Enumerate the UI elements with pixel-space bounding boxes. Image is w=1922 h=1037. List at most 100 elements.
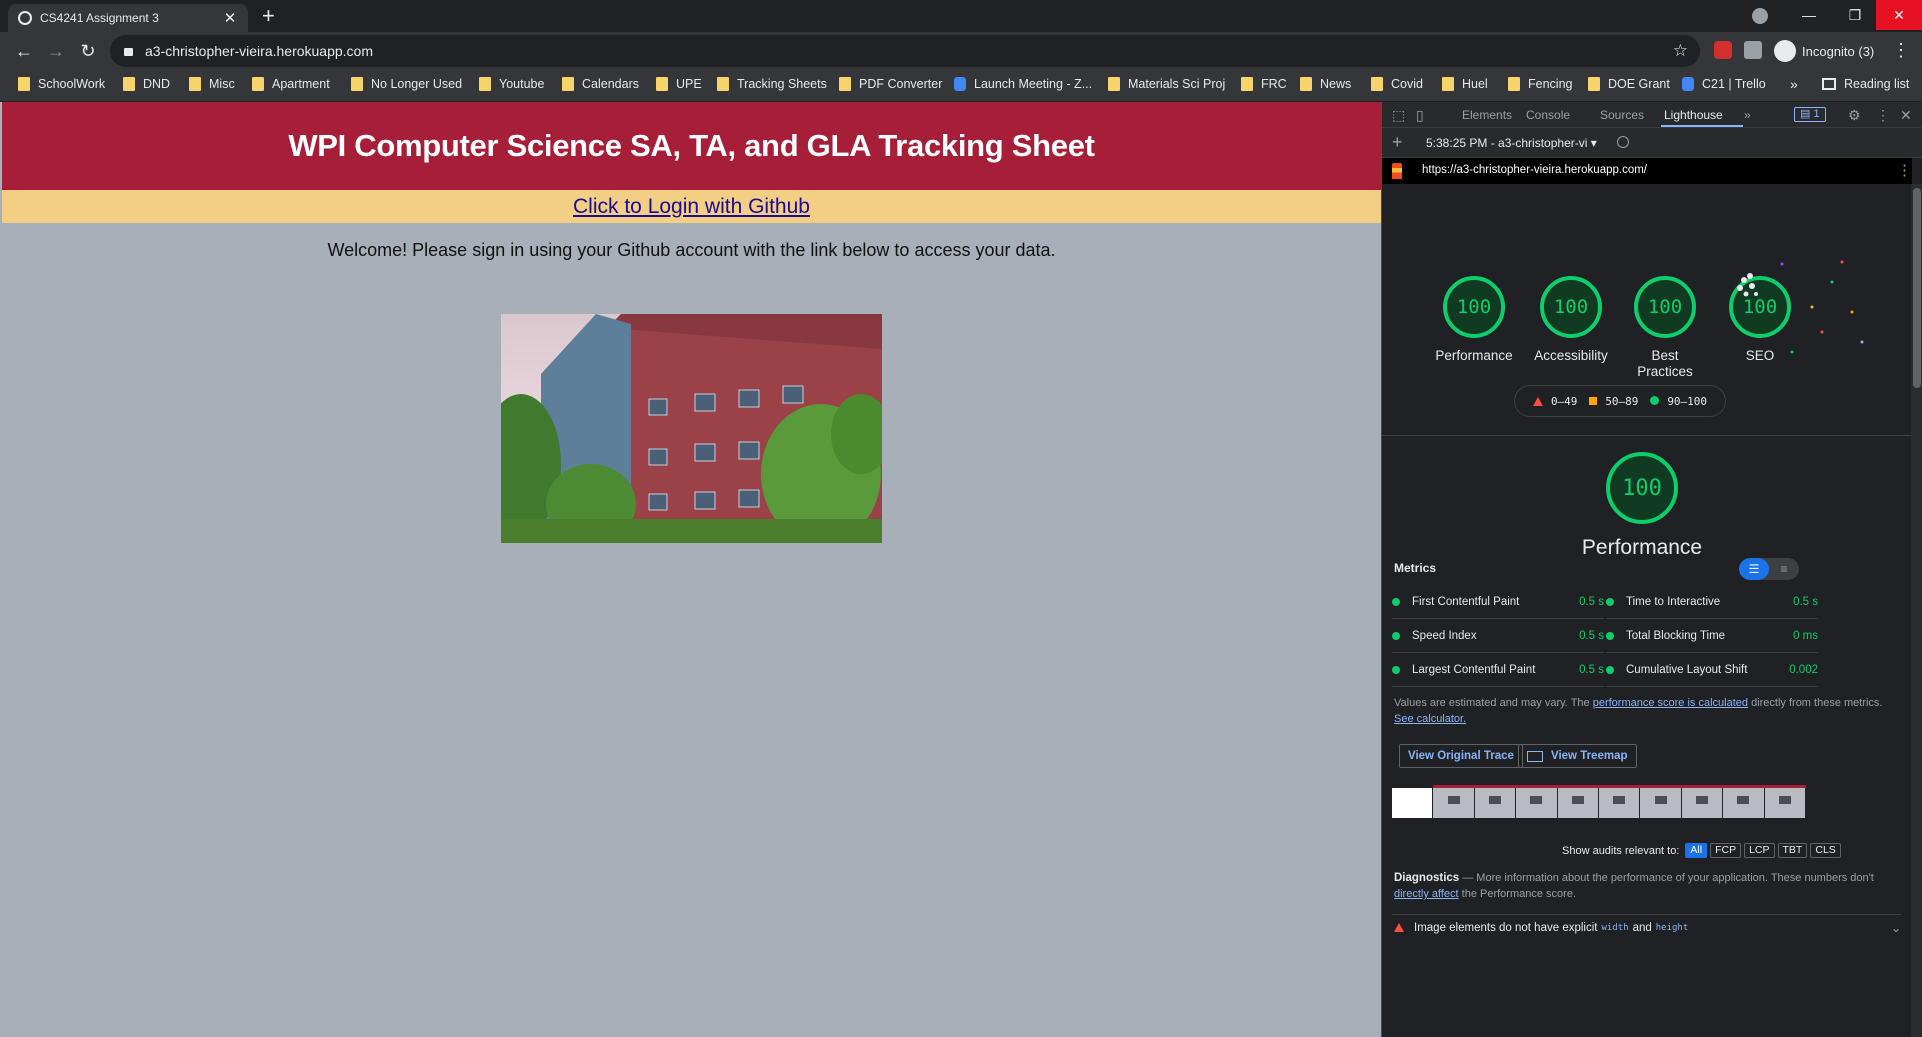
filter-lcp-button[interactable]: LCP [1744,843,1775,858]
tab-close-icon[interactable]: ✕ [222,9,238,27]
audit-code: height [1655,922,1689,933]
bookmark-item[interactable]: UPE [656,77,702,91]
inspect-element-icon[interactable]: ⬚ [1392,107,1405,124]
extension-icon[interactable] [1714,41,1732,59]
bookmark-item[interactable]: DND [123,77,170,91]
scrollbar-thumb[interactable] [1913,188,1921,388]
score-calculated-link[interactable]: performance score is calculated [1593,697,1748,709]
bookmark-item[interactable]: News [1300,77,1351,91]
forward-button[interactable]: → [44,40,68,62]
bookmarks-overflow-button[interactable]: » [1790,76,1798,92]
bookmark-item[interactable]: Apartment [252,77,330,91]
lock-icon[interactable] [124,48,133,56]
bookmark-label: PDF Converter [859,77,943,91]
compact-view-icon[interactable]: ≡ [1769,558,1799,580]
filter-cls-button[interactable]: CLS [1810,843,1841,858]
bookmark-label: Apartment [272,77,330,91]
address-bar[interactable]: a3-christopher-vieira.herokuapp.com ☆ [110,35,1700,67]
device-toolbar-icon[interactable]: ▯ [1416,107,1424,124]
reading-list-button[interactable]: Reading list [1822,77,1909,91]
report-menu-icon[interactable]: ⋮ [1897,161,1912,179]
fail-triangle-icon [1532,396,1543,406]
thumbnail-icon [1654,796,1667,804]
bookmark-item[interactable]: DOE Grant [1588,77,1670,91]
profile-button[interactable]: Incognito (3) [1774,38,1874,64]
bookmark-item[interactable]: PDF Converter [839,77,942,91]
lighthouse-logo-icon [1392,163,1402,179]
filter-fcp-button[interactable]: FCP [1710,843,1742,858]
report-select[interactable]: 5:38:25 PM - a3-christopher-vi ▾ [1426,136,1597,150]
folder-icon [839,77,851,91]
folder-icon [717,77,729,91]
tab-strip: CS4241 Assignment 3 ✕ + — ❐ ✕ [0,0,1922,32]
tab-lighthouse[interactable]: Lighthouse [1664,108,1723,122]
report-url[interactable]: https://a3-christopher-vieira.herokuapp.… [1422,164,1647,176]
bookmark-item[interactable]: Fencing [1508,77,1572,91]
thumbnail-icon [1489,796,1502,804]
address-url: a3-christopher-vieira.herokuapp.com [145,43,373,59]
window-close-button[interactable]: ✕ [1876,0,1922,30]
metrics-view-toggle[interactable]: ☰ ≡ [1739,558,1799,580]
browser-menu-icon[interactable]: ⋮ [1892,40,1910,61]
bookmark-item[interactable]: FRC [1241,77,1287,91]
expanded-view-icon[interactable]: ☰ [1739,558,1769,580]
tab-sources[interactable]: Sources [1600,108,1644,122]
github-login-link[interactable]: Click to Login with Github [573,195,810,219]
chevron-down-icon[interactable]: ⌄ [1891,921,1901,935]
bookmark-item[interactable]: Materials Sci Proj [1108,77,1225,91]
bookmark-item[interactable]: No Longer Used [351,77,462,91]
gauge-accessibility[interactable]: 100 Accessibility [1523,276,1619,364]
back-button[interactable]: ← [12,40,36,62]
bookmark-item[interactable]: Calendars [562,77,639,91]
more-tabs-button[interactable]: » [1744,108,1751,122]
metric-row: Time to Interactive 0.5 s [1606,585,1818,619]
filter-all-button[interactable]: All [1685,843,1708,858]
tab-elements[interactable]: Elements [1462,108,1512,122]
bookmark-item[interactable]: Covid [1371,77,1423,91]
bookmark-star-icon[interactable]: ☆ [1673,41,1688,61]
bookmark-item[interactable]: C21 | Trello [1682,77,1766,91]
bookmark-item[interactable]: Huel [1442,77,1488,91]
settings-gear-icon[interactable]: ⚙ [1848,107,1861,124]
devtools-menu-icon[interactable]: ⋮ [1876,107,1890,124]
new-tab-button[interactable]: + [262,4,275,28]
close-devtools-icon[interactable]: ✕ [1900,107,1912,124]
bookmark-item[interactable]: Youtube [479,77,544,91]
tab-console[interactable]: Console [1526,108,1570,122]
diagnostics-text: the Performance score. [1458,888,1576,900]
thumbnail-icon [1778,796,1791,804]
issues-badge[interactable]: ▤ 1 [1794,107,1826,122]
button-label: View Original Trace [1408,750,1514,762]
report-scrollbar[interactable] [1911,184,1922,1037]
see-calculator-link[interactable]: See calculator. [1394,713,1466,725]
metric-row: Largest Contentful Paint 0.5 s [1392,653,1604,687]
bookmark-item[interactable]: SchoolWork [18,77,105,91]
folder-icon [562,77,574,91]
pass-circle-icon [1606,665,1614,674]
bookmark-item[interactable]: Tracking Sheets [717,77,827,91]
issues-count: 1 [1813,108,1820,120]
metric-value: 0.5 s [1793,595,1818,608]
minimize-button[interactable]: — [1786,0,1832,30]
metric-row: Cumulative Layout Shift 0.002 [1606,653,1818,687]
report-url-bar: https://a3-christopher-vieira.herokuapp.… [1382,158,1912,184]
gauge-performance[interactable]: 100 Performance [1426,276,1522,364]
directly-affect-link[interactable]: directly affect [1394,888,1459,900]
thumbnail-icon [1613,796,1626,804]
filter-tbt-button[interactable]: TBT [1777,843,1808,858]
tab-search-icon[interactable] [1752,8,1768,24]
bookmark-item[interactable]: Misc [189,77,235,91]
restore-button[interactable]: ❐ [1832,0,1878,30]
bookmark-item[interactable]: Launch Meeting - Z... [954,77,1092,91]
view-treemap-button[interactable]: View Treemap [1518,744,1637,768]
gauge-best-practices[interactable]: 100 Best Practices [1620,276,1710,380]
new-report-button[interactable]: + [1392,132,1403,153]
audit-code: width [1601,922,1629,933]
audit-row[interactable]: Image elements do not have explicit widt… [1392,914,1901,940]
browser-tab[interactable]: CS4241 Assignment 3 ✕ [8,4,248,32]
view-original-trace-button[interactable]: View Original Trace [1399,744,1523,768]
clear-reports-icon[interactable] [1617,136,1629,148]
reload-button[interactable]: ↻ [76,40,100,62]
extensions-puzzle-icon[interactable] [1744,41,1762,59]
pass-circle-icon [1392,665,1400,674]
